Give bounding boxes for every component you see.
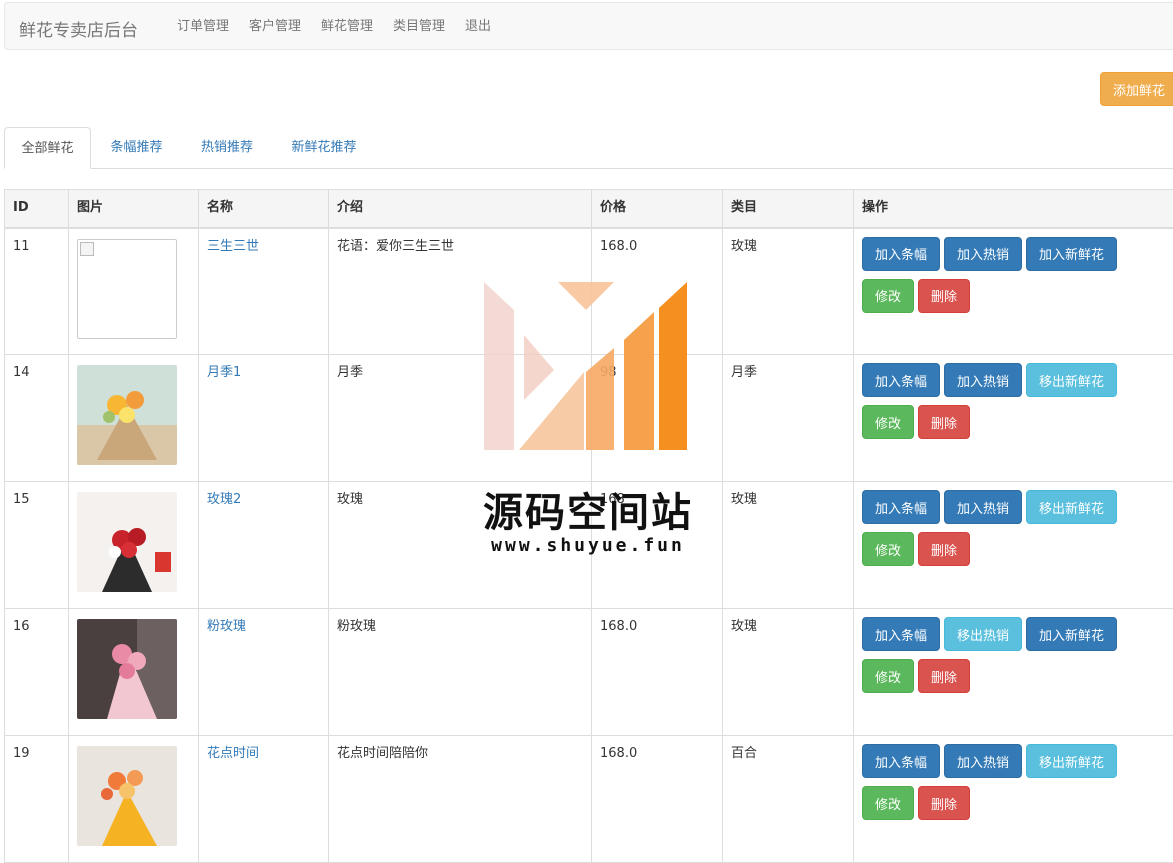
tab-hot[interactable]: 热销推荐 <box>184 127 270 169</box>
cell-actions: 加入条幅加入热销移出新鲜花修改删除 <box>854 355 1173 482</box>
delete-button[interactable]: 删除 <box>918 659 970 693</box>
cell-name: 玫瑰2 <box>199 482 329 609</box>
edit-button[interactable]: 修改 <box>862 659 914 693</box>
cell-intro: 粉玫瑰 <box>329 609 592 736</box>
cell-category: 月季 <box>723 355 854 482</box>
cell-price: 168.0 <box>592 736 723 863</box>
tab-banner[interactable]: 条幅推荐 <box>94 127 179 169</box>
table-row: 19 花点时间 花点时间陪陪你168.0百合加入条幅加入热销移出新鲜花修改删除 <box>5 736 1173 863</box>
col-id: ID <box>5 190 69 228</box>
cell-id: 14 <box>5 355 69 482</box>
add-banner-button[interactable]: 加入条幅 <box>862 617 940 651</box>
cell-image <box>69 609 199 736</box>
cell-category: 百合 <box>723 736 854 863</box>
nav-categories[interactable]: 类目管理 <box>391 3 463 51</box>
delete-button[interactable]: 删除 <box>918 279 970 313</box>
flower-name-link[interactable]: 玫瑰2 <box>207 492 241 507</box>
col-intro: 介绍 <box>329 190 592 228</box>
add-flower-button[interactable]: 添加鲜花 <box>1100 72 1173 106</box>
col-actions: 操作 <box>854 190 1173 228</box>
col-price: 价格 <box>592 190 723 228</box>
nav-customers[interactable]: 客户管理 <box>247 3 319 51</box>
table-row: 15玫瑰2玫瑰168玫瑰加入条幅加入热销移出新鲜花修改删除 <box>5 482 1173 609</box>
toggle-new-button[interactable]: 移出新鲜花 <box>1026 744 1117 778</box>
add-banner-button[interactable]: 加入条幅 <box>862 744 940 778</box>
cell-price: 168.0 <box>592 228 723 355</box>
flower-thumbnail[interactable] <box>77 365 190 465</box>
cell-image <box>69 228 199 355</box>
toggle-new-button[interactable]: 移出新鲜花 <box>1026 490 1117 524</box>
top-navbar: 鲜花专卖店后台 订单管理 客户管理 鲜花管理 类目管理 退出 <box>4 2 1173 50</box>
cell-id: 16 <box>5 609 69 736</box>
flower-name-link[interactable]: 月季1 <box>207 365 241 380</box>
nav-orders[interactable]: 订单管理 <box>175 3 247 51</box>
cell-name: 花点时间 <box>199 736 329 863</box>
toggle-hot-button[interactable]: 加入热销 <box>944 744 1022 778</box>
cell-image <box>69 736 199 863</box>
cell-intro: 花点时间陪陪你 <box>329 736 592 863</box>
delete-button[interactable]: 删除 <box>918 532 970 566</box>
tab-new[interactable]: 新鲜花推荐 <box>276 127 372 169</box>
cell-id: 11 <box>5 228 69 355</box>
cell-price: 168.0 <box>592 609 723 736</box>
flower-name-link[interactable]: 三生三世 <box>207 239 259 254</box>
toggle-hot-button[interactable]: 移出热销 <box>944 617 1022 651</box>
filter-tabs: 全部鲜花 条幅推荐 热销推荐 新鲜花推荐 <box>4 127 1173 169</box>
cell-image <box>69 355 199 482</box>
flower-table: ID 图片 名称 介绍 价格 类目 操作 11三生三世花语：爱你三生三世168.… <box>4 189 1173 863</box>
cell-name: 三生三世 <box>199 228 329 355</box>
flower-name-link[interactable]: 花点时间 <box>207 746 259 761</box>
table-row: 16粉玫瑰粉玫瑰168.0玫瑰加入条幅移出热销加入新鲜花修改删除 <box>5 609 1173 736</box>
delete-button[interactable]: 删除 <box>918 405 970 439</box>
toggle-hot-button[interactable]: 加入热销 <box>944 363 1022 397</box>
edit-button[interactable]: 修改 <box>862 405 914 439</box>
toggle-new-button[interactable]: 移出新鲜花 <box>1026 363 1117 397</box>
table-row: 11 三生三世 花语：爱你三生三世168.0玫瑰加入条幅加入热销加入新鲜花修改删除 <box>5 228 1173 355</box>
col-category: 类目 <box>723 190 854 228</box>
flower-thumbnail[interactable] <box>77 492 190 592</box>
table-header-row: ID 图片 名称 介绍 价格 类目 操作 <box>5 190 1173 228</box>
flower-name-link[interactable]: 粉玫瑰 <box>207 619 246 634</box>
cell-intro: 玫瑰 <box>329 482 592 609</box>
edit-button[interactable]: 修改 <box>862 279 914 313</box>
cell-image <box>69 482 199 609</box>
nav-logout[interactable]: 退出 <box>463 3 505 51</box>
toggle-new-button[interactable]: 加入新鲜花 <box>1026 617 1117 651</box>
cell-name: 粉玫瑰 <box>199 609 329 736</box>
cell-id: 19 <box>5 736 69 863</box>
toggle-new-button[interactable]: 加入新鲜花 <box>1026 237 1117 271</box>
brand-title[interactable]: 鲜花专卖店后台 <box>19 16 138 41</box>
broken-image-icon[interactable] <box>77 239 177 339</box>
nav-links: 订单管理 客户管理 鲜花管理 类目管理 退出 <box>175 3 505 51</box>
cell-actions: 加入条幅加入热销移出新鲜花修改删除 <box>854 736 1173 863</box>
cell-actions: 加入条幅加入热销加入新鲜花修改删除 <box>854 228 1173 355</box>
tab-all-flowers[interactable]: 全部鲜花 <box>4 127 91 169</box>
cell-intro: 花语：爱你三生三世 <box>329 228 592 355</box>
cell-category: 玫瑰 <box>723 482 854 609</box>
cell-actions: 加入条幅移出热销加入新鲜花修改删除 <box>854 609 1173 736</box>
flower-thumbnail[interactable] <box>77 746 190 846</box>
toggle-hot-button[interactable]: 加入热销 <box>944 237 1022 271</box>
cell-intro: 月季 <box>329 355 592 482</box>
flower-thumbnail[interactable] <box>77 619 190 719</box>
toggle-hot-button[interactable]: 加入热销 <box>944 490 1022 524</box>
edit-button[interactable]: 修改 <box>862 532 914 566</box>
edit-button[interactable]: 修改 <box>862 786 914 820</box>
col-name: 名称 <box>199 190 329 228</box>
cell-actions: 加入条幅加入热销移出新鲜花修改删除 <box>854 482 1173 609</box>
cell-category: 玫瑰 <box>723 609 854 736</box>
cell-name: 月季1 <box>199 355 329 482</box>
nav-flowers[interactable]: 鲜花管理 <box>319 3 391 51</box>
cell-price: 98 <box>592 355 723 482</box>
add-banner-button[interactable]: 加入条幅 <box>862 363 940 397</box>
col-image: 图片 <box>69 190 199 228</box>
cell-price: 168 <box>592 482 723 609</box>
cell-id: 15 <box>5 482 69 609</box>
delete-button[interactable]: 删除 <box>918 786 970 820</box>
add-banner-button[interactable]: 加入条幅 <box>862 237 940 271</box>
cell-category: 玫瑰 <box>723 228 854 355</box>
add-banner-button[interactable]: 加入条幅 <box>862 490 940 524</box>
table-row: 14月季1月季98月季加入条幅加入热销移出新鲜花修改删除 <box>5 355 1173 482</box>
